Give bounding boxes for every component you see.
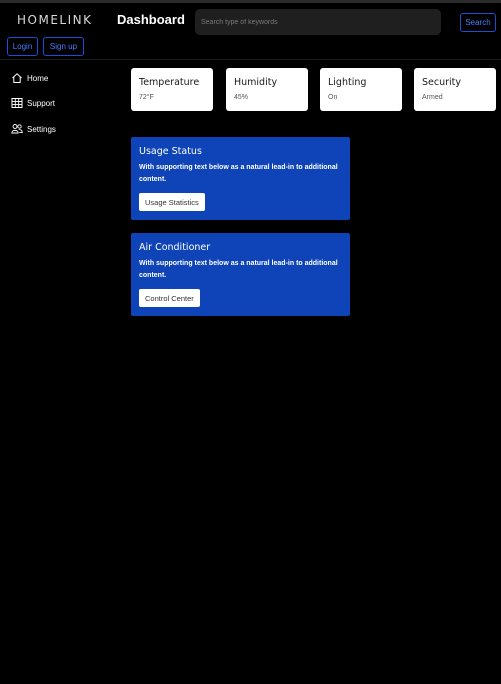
stat-title: Lighting (328, 77, 367, 88)
top-navbar: HOMELINK Dashboard Search Login Sign up (0, 0, 501, 60)
usage-status-card: Usage Status With supporting text below … (131, 137, 350, 220)
sidebar-item-label: Home (27, 73, 49, 83)
humidity-card: Humidity 45% (226, 68, 308, 111)
login-button[interactable]: Login (7, 37, 38, 56)
sidebar-item-support[interactable]: Support (11, 96, 55, 110)
sidebar-item-label: Support (27, 98, 56, 108)
card-title: Usage Status (139, 146, 202, 157)
brand-logo[interactable]: HOMELINK (17, 13, 92, 27)
sidebar-item-home[interactable]: Home (11, 71, 48, 85)
usage-statistics-button[interactable]: Usage Statistics (139, 193, 205, 211)
stat-value: On (328, 94, 338, 101)
table-icon (11, 97, 23, 109)
card-text: With supporting text below as a natural … (139, 164, 338, 183)
temperature-card: Temperature 72°F (131, 68, 213, 111)
stat-value: 45% (234, 94, 249, 101)
stat-value: 72°F (139, 94, 154, 101)
lighting-card: Lighting On (320, 68, 402, 111)
sidebar-item-settings[interactable]: Settings (11, 122, 56, 136)
security-card: Security Armed (414, 68, 496, 111)
search-input[interactable] (195, 9, 441, 35)
search-button[interactable]: Search (460, 13, 496, 32)
stat-value: Armed (422, 94, 443, 101)
stat-title: Security (422, 77, 462, 88)
stat-title: Humidity (234, 77, 278, 88)
air-conditioner-card: Air Conditioner With supporting text bel… (131, 233, 350, 316)
card-title: Air Conditioner (139, 242, 211, 253)
control-center-button[interactable]: Control Center (139, 289, 200, 307)
page-title: Dashboard (117, 12, 185, 27)
signup-button[interactable]: Sign up (43, 37, 84, 56)
stat-title: Temperature (139, 77, 200, 88)
people-icon (11, 123, 23, 135)
sidebar-item-label: Settings (27, 124, 56, 134)
card-text: With supporting text below as a natural … (139, 260, 338, 279)
home-icon (11, 72, 23, 84)
